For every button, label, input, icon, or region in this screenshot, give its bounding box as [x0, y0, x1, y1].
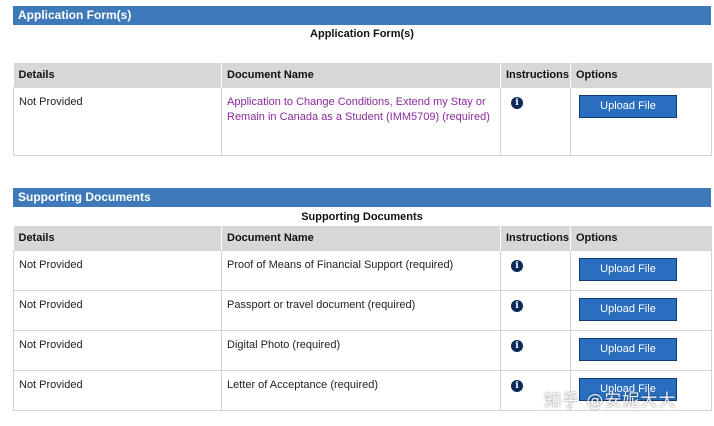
instructions-cell: i — [500, 289, 571, 331]
supporting-documents-header: Supporting Documents — [13, 188, 711, 207]
column-header-options: Options — [570, 63, 712, 87]
details-cell: Not Provided — [13, 289, 222, 331]
document-name-cell: Digital Photo (required) — [221, 329, 501, 371]
column-header-instructions: Instructions — [500, 63, 571, 87]
table-header-row: Details Document Name Instructions Optio… — [13, 226, 712, 250]
column-header-options: Options — [570, 226, 712, 250]
info-icon[interactable]: i — [511, 259, 523, 272]
document-name-cell: Letter of Acceptance (required) — [221, 369, 501, 411]
table-row: Not Provided Passport or travel document… — [13, 289, 712, 331]
upload-file-button[interactable]: Upload File — [579, 337, 677, 361]
info-icon[interactable]: i — [511, 299, 523, 312]
table-row: Not Provided Proof of Means of Financial… — [13, 249, 712, 291]
upload-file-button[interactable]: Upload File — [579, 297, 677, 321]
upload-file-button[interactable]: Upload File — [579, 257, 677, 281]
info-icon[interactable]: i — [511, 379, 523, 392]
application-forms-caption: Application Form(s) — [310, 28, 414, 40]
options-cell: Upload File — [570, 249, 712, 291]
options-cell: Upload File — [570, 289, 712, 331]
instructions-cell: i — [500, 329, 571, 371]
info-icon[interactable]: i — [511, 96, 523, 109]
options-cell: Upload File — [570, 86, 712, 156]
column-header-details: Details — [13, 226, 222, 250]
details-cell: Not Provided — [13, 249, 222, 291]
instructions-cell: i — [500, 249, 571, 291]
details-cell: Not Provided — [13, 369, 222, 411]
supporting-documents-table: Details Document Name Instructions Optio… — [13, 226, 712, 411]
column-header-document-name: Document Name — [221, 63, 501, 87]
options-cell: Upload File — [570, 329, 712, 371]
info-icon[interactable]: i — [511, 339, 523, 352]
details-cell: Not Provided — [13, 86, 222, 156]
document-name-cell: Proof of Means of Financial Support (req… — [221, 249, 501, 291]
table-row: Not Provided Digital Photo (required) i … — [13, 329, 712, 371]
table-header-row: Details Document Name Instructions Optio… — [13, 63, 712, 87]
application-forms-header: Application Form(s) — [13, 6, 711, 25]
watermark: 知乎 @安妮大大 — [544, 391, 677, 411]
table-row: Not Provided Application to Change Condi… — [13, 86, 712, 156]
column-header-details: Details — [13, 63, 222, 87]
application-forms-table: Details Document Name Instructions Optio… — [13, 63, 712, 156]
supporting-documents-caption: Supporting Documents — [301, 211, 423, 223]
document-name-link[interactable]: Application to Change Conditions, Extend… — [227, 96, 490, 123]
document-name-cell: Application to Change Conditions, Extend… — [221, 86, 501, 156]
instructions-cell: i — [500, 86, 571, 156]
document-name-cell: Passport or travel document (required) — [221, 289, 501, 331]
column-header-document-name: Document Name — [221, 226, 501, 250]
column-header-instructions: Instructions — [500, 226, 571, 250]
upload-file-button[interactable]: Upload File — [579, 94, 677, 118]
details-cell: Not Provided — [13, 329, 222, 371]
